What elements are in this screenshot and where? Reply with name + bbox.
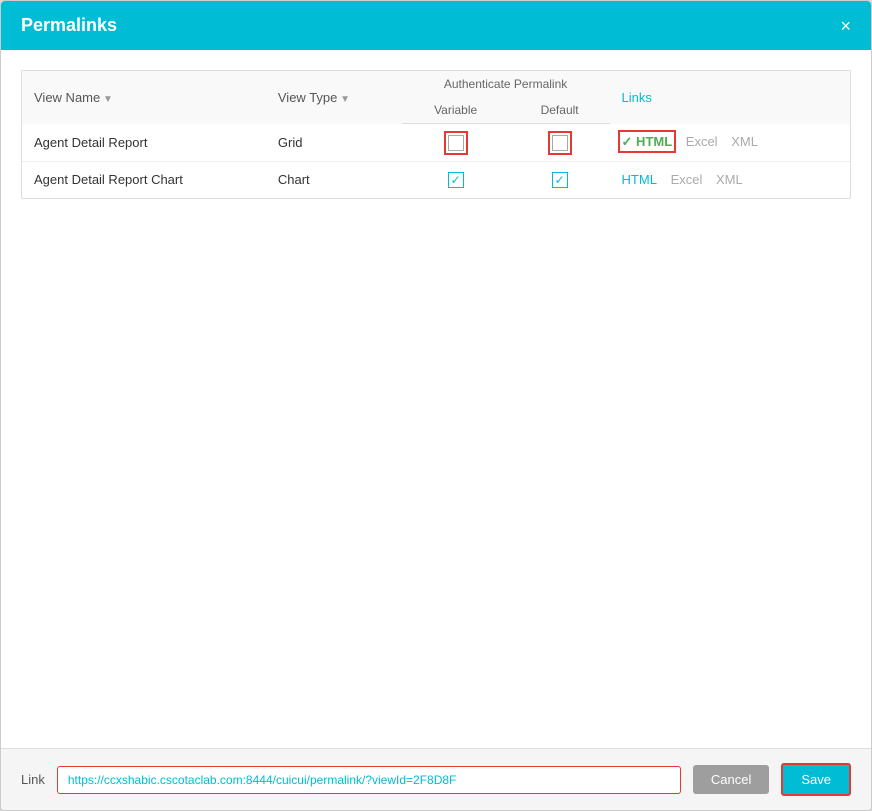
dialog-title: Permalinks xyxy=(21,15,117,36)
row2-variable-checkbox[interactable]: ✓ xyxy=(448,172,464,188)
dialog-footer: Link Cancel Save xyxy=(1,748,871,810)
link-url-input[interactable] xyxy=(57,766,681,794)
row1-default-cell xyxy=(510,124,610,162)
row2-links-cell: HTML Excel XML xyxy=(610,161,850,198)
col-header-default: Default xyxy=(510,97,610,124)
row1-view-type: Grid xyxy=(266,124,402,162)
cancel-button[interactable]: Cancel xyxy=(693,765,769,794)
table-row: Agent Detail Report Grid ✓ HTML Excel XM… xyxy=(22,124,850,162)
col-header-variable: Variable xyxy=(402,97,510,124)
row2-xml-link: XML xyxy=(716,172,743,187)
row1-variable-checkbox[interactable] xyxy=(448,135,464,151)
row2-default-checkbox[interactable]: ✓ xyxy=(552,172,568,188)
table-header-row-1: View Name View Type Authenticate Permali… xyxy=(22,71,850,97)
link-label: Link xyxy=(21,772,45,787)
row2-html-link[interactable]: HTML xyxy=(622,172,657,187)
row2-view-type: Chart xyxy=(266,161,402,198)
dialog-body: View Name View Type Authenticate Permali… xyxy=(1,50,871,748)
row2-excel-link: Excel xyxy=(671,172,703,187)
row2-view-name: Agent Detail Report Chart xyxy=(22,161,266,198)
row1-default-checkbox[interactable] xyxy=(552,135,568,151)
col-header-links: Links xyxy=(610,71,850,124)
permalinks-table: View Name View Type Authenticate Permali… xyxy=(22,71,850,198)
row1-variable-cell xyxy=(402,124,510,162)
table-row: Agent Detail Report Chart Chart ✓ ✓ HTML… xyxy=(22,161,850,198)
row2-variable-cell: ✓ xyxy=(402,161,510,198)
dialog-header: Permalinks × xyxy=(1,1,871,50)
permalinks-dialog: Permalinks × View Name View Type Authent… xyxy=(0,0,872,811)
row1-excel-link: Excel xyxy=(686,134,718,149)
close-button[interactable]: × xyxy=(840,17,851,35)
row2-default-cell: ✓ xyxy=(510,161,610,198)
permalinks-table-container: View Name View Type Authenticate Permali… xyxy=(21,70,851,199)
row1-xml-link: XML xyxy=(731,134,758,149)
row1-html-link[interactable]: ✓ HTML xyxy=(622,134,673,149)
col-header-view-type[interactable]: View Type xyxy=(266,71,402,124)
col-header-authenticate-group: Authenticate Permalink xyxy=(402,71,610,97)
col-header-view-name[interactable]: View Name xyxy=(22,71,266,124)
save-button[interactable]: Save xyxy=(781,763,851,796)
row1-links-cell: ✓ HTML Excel XML xyxy=(610,124,850,162)
row1-view-name: Agent Detail Report xyxy=(22,124,266,162)
